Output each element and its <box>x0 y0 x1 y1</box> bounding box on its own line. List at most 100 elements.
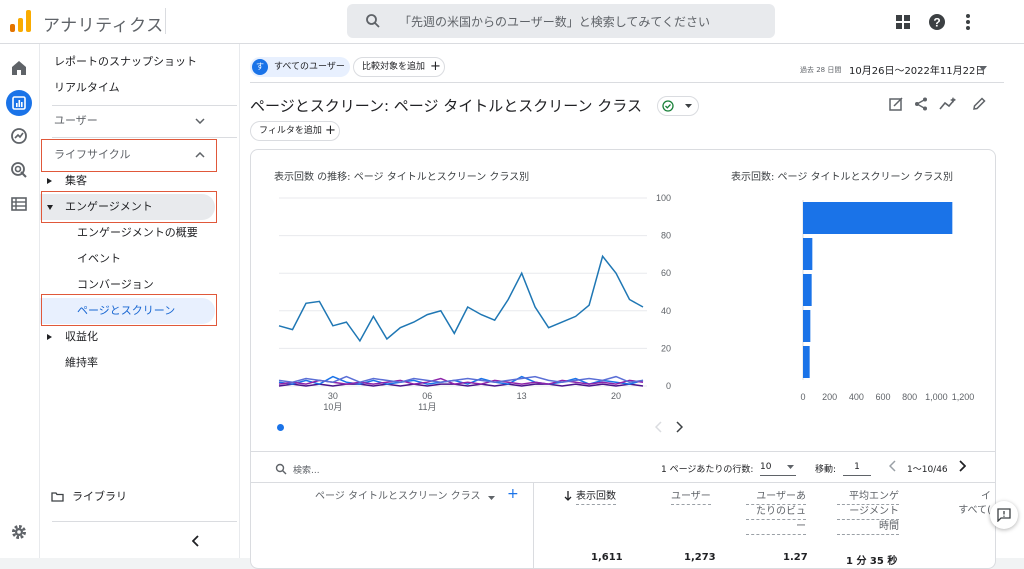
chart-prev-chevron-icon[interactable] <box>655 421 663 433</box>
nav-library[interactable]: ライブラリ <box>40 484 235 510</box>
nav-acquisition-label: 集客 <box>65 174 87 187</box>
chart-next-chevron-icon[interactable] <box>675 421 683 433</box>
bar <box>803 346 810 378</box>
segment-chip[interactable]: す すべてのユーザー <box>250 57 350 77</box>
y-tick-label: 20 <box>661 343 671 353</box>
bar <box>803 274 812 306</box>
plus-icon: + <box>325 123 336 138</box>
nav-realtime[interactable]: リアルタイム <box>40 75 235 101</box>
x-tick-label: 0 <box>800 392 805 402</box>
more-vert-icon[interactable] <box>958 12 978 32</box>
add-comparison-label: 比較対象を追加 <box>362 62 426 72</box>
nav-monetization[interactable]: 収益化 <box>40 324 235 350</box>
y-tick-label: 80 <box>661 231 671 241</box>
col-header-avg-engagement[interactable]: 平均エンゲ ージメント 時間 <box>837 490 899 535</box>
col-header-dimension[interactable]: ページ タイトルとスクリーン クラス <box>315 490 480 504</box>
date-range-picker[interactable]: 10月26日〜2022年11月22日 <box>849 62 985 77</box>
line-chart[interactable]: 100 80 60 40 20 0 30 06 13 20 10月 11月 <box>271 190 691 420</box>
nav-library-label: ライブラリ <box>72 490 127 503</box>
search-input[interactable]: 「先週の米国からのユーザー数」と検索してみてください <box>347 4 775 38</box>
col-header-views-per-user[interactable]: ユーザーあ たりのビュ ー <box>746 490 806 535</box>
nav-engagement-overview[interactable]: エンゲージメントの概要 <box>40 220 235 246</box>
next-page-icon[interactable] <box>958 460 966 472</box>
nav-events[interactable]: イベント <box>40 246 235 272</box>
expand-caret-icon <box>47 334 52 340</box>
sort-down-arrow-icon[interactable] <box>564 491 572 501</box>
add-comparison-chip[interactable]: 比較対象を追加 + <box>353 57 445 77</box>
app-title: アナリティクス <box>43 16 164 36</box>
add-dimension-plus-icon[interactable]: + <box>507 486 519 502</box>
date-dropdown-icon[interactable] <box>979 66 987 71</box>
header-divider <box>250 82 1004 83</box>
check-circle-icon <box>662 100 674 112</box>
report-card: 表示回数 の推移: ページ タイトルとスクリーン クラス別 表示回数: ページ … <box>250 149 996 569</box>
nav-divider <box>52 105 237 106</box>
x-month-label: 10月 <box>323 402 342 412</box>
help-icon[interactable]: ? <box>927 12 947 32</box>
col-header-partial[interactable]: イ すべて( <box>941 490 991 518</box>
edit-pencil-icon[interactable] <box>971 96 987 112</box>
apps-grid-icon[interactable] <box>893 12 913 32</box>
x-tick-label: 200 <box>822 392 837 402</box>
goto-page-input[interactable]: 1 <box>843 458 871 476</box>
nav-monetization-label: 収益化 <box>65 330 98 343</box>
add-filter-label: フィルタを追加 <box>259 126 322 136</box>
customize-report-icon[interactable] <box>888 96 904 112</box>
add-filter-chip[interactable]: フィルタを追加 + <box>250 121 340 141</box>
insights-icon[interactable] <box>939 96 957 112</box>
home-icon[interactable] <box>9 58 29 78</box>
table-search-input[interactable]: 検索... <box>293 463 320 476</box>
total-avg-engagement: 1 分 35 秒 <box>846 556 898 567</box>
x-tick-label: 06 <box>422 391 432 401</box>
legend-page-dot[interactable] <box>277 424 284 431</box>
rows-per-page-label: 1 ページあたりの行数: <box>661 465 754 475</box>
configure-list-icon[interactable] <box>9 194 29 214</box>
col-header-views[interactable]: 表示回数 <box>576 490 616 505</box>
prev-page-icon[interactable] <box>889 460 897 472</box>
header-line: すべて( <box>958 505 991 516</box>
x-tick-label: 20 <box>611 391 621 401</box>
nav-retention[interactable]: 維持率 <box>40 350 235 376</box>
dimension-dropdown-icon[interactable] <box>488 496 495 500</box>
reports-icon[interactable] <box>9 93 29 113</box>
rows-per-page-select[interactable]: 10 <box>760 458 796 476</box>
data-quality-chip[interactable] <box>657 96 699 116</box>
x-tick-label: 1,200 <box>952 392 975 402</box>
bar-chart[interactable]: 0 200 400 600 800 1,000 1,200 <box>791 190 981 420</box>
chevron-down-icon <box>685 104 692 108</box>
analytics-logo-icon[interactable] <box>10 10 32 32</box>
nav-user-section[interactable]: ユーザー <box>40 108 235 134</box>
explore-icon[interactable] <box>9 126 29 146</box>
folder-icon <box>51 492 64 502</box>
header-line: ユーザーあ <box>746 490 806 505</box>
col-header-users[interactable]: ユーザー <box>671 490 711 505</box>
nav-divider <box>52 137 237 138</box>
settings-gear-icon[interactable] <box>9 522 29 542</box>
bar <box>803 238 813 270</box>
table-search-icon <box>275 463 287 475</box>
advertising-icon[interactable] <box>9 160 29 180</box>
y-tick-label: 60 <box>661 268 671 278</box>
divider <box>165 8 166 34</box>
header-line: 平均エンゲ <box>837 490 899 505</box>
x-tick-label: 13 <box>517 391 527 401</box>
plus-icon: + <box>430 59 441 74</box>
y-tick-label: 100 <box>656 193 671 203</box>
nav-snapshot[interactable]: レポートのスナップショット <box>40 49 235 75</box>
x-month-label: 11月 <box>418 402 436 412</box>
header-line: 時間 <box>837 520 899 535</box>
rows-per-page-value: 10 <box>760 462 772 472</box>
feedback-button[interactable] <box>990 501 1018 529</box>
x-tick-label: 800 <box>902 392 917 402</box>
share-icon[interactable] <box>913 96 929 112</box>
table-divider <box>251 482 995 483</box>
segment-avatar: す <box>252 59 268 75</box>
icon-rail <box>0 44 40 558</box>
search-icon <box>366 14 380 28</box>
collapse-nav-chevron-icon[interactable] <box>192 535 200 547</box>
page-range: 1〜10/46 <box>907 465 948 475</box>
top-bar: アナリティクス 「先週の米国からのユーザー数」と検索してみてください ? <box>0 0 1024 44</box>
x-tick-label: 600 <box>875 392 890 402</box>
page-title: ページとスクリーン: ページ タイトルとスクリーン クラス <box>250 97 642 115</box>
header-line: イ <box>981 491 991 502</box>
